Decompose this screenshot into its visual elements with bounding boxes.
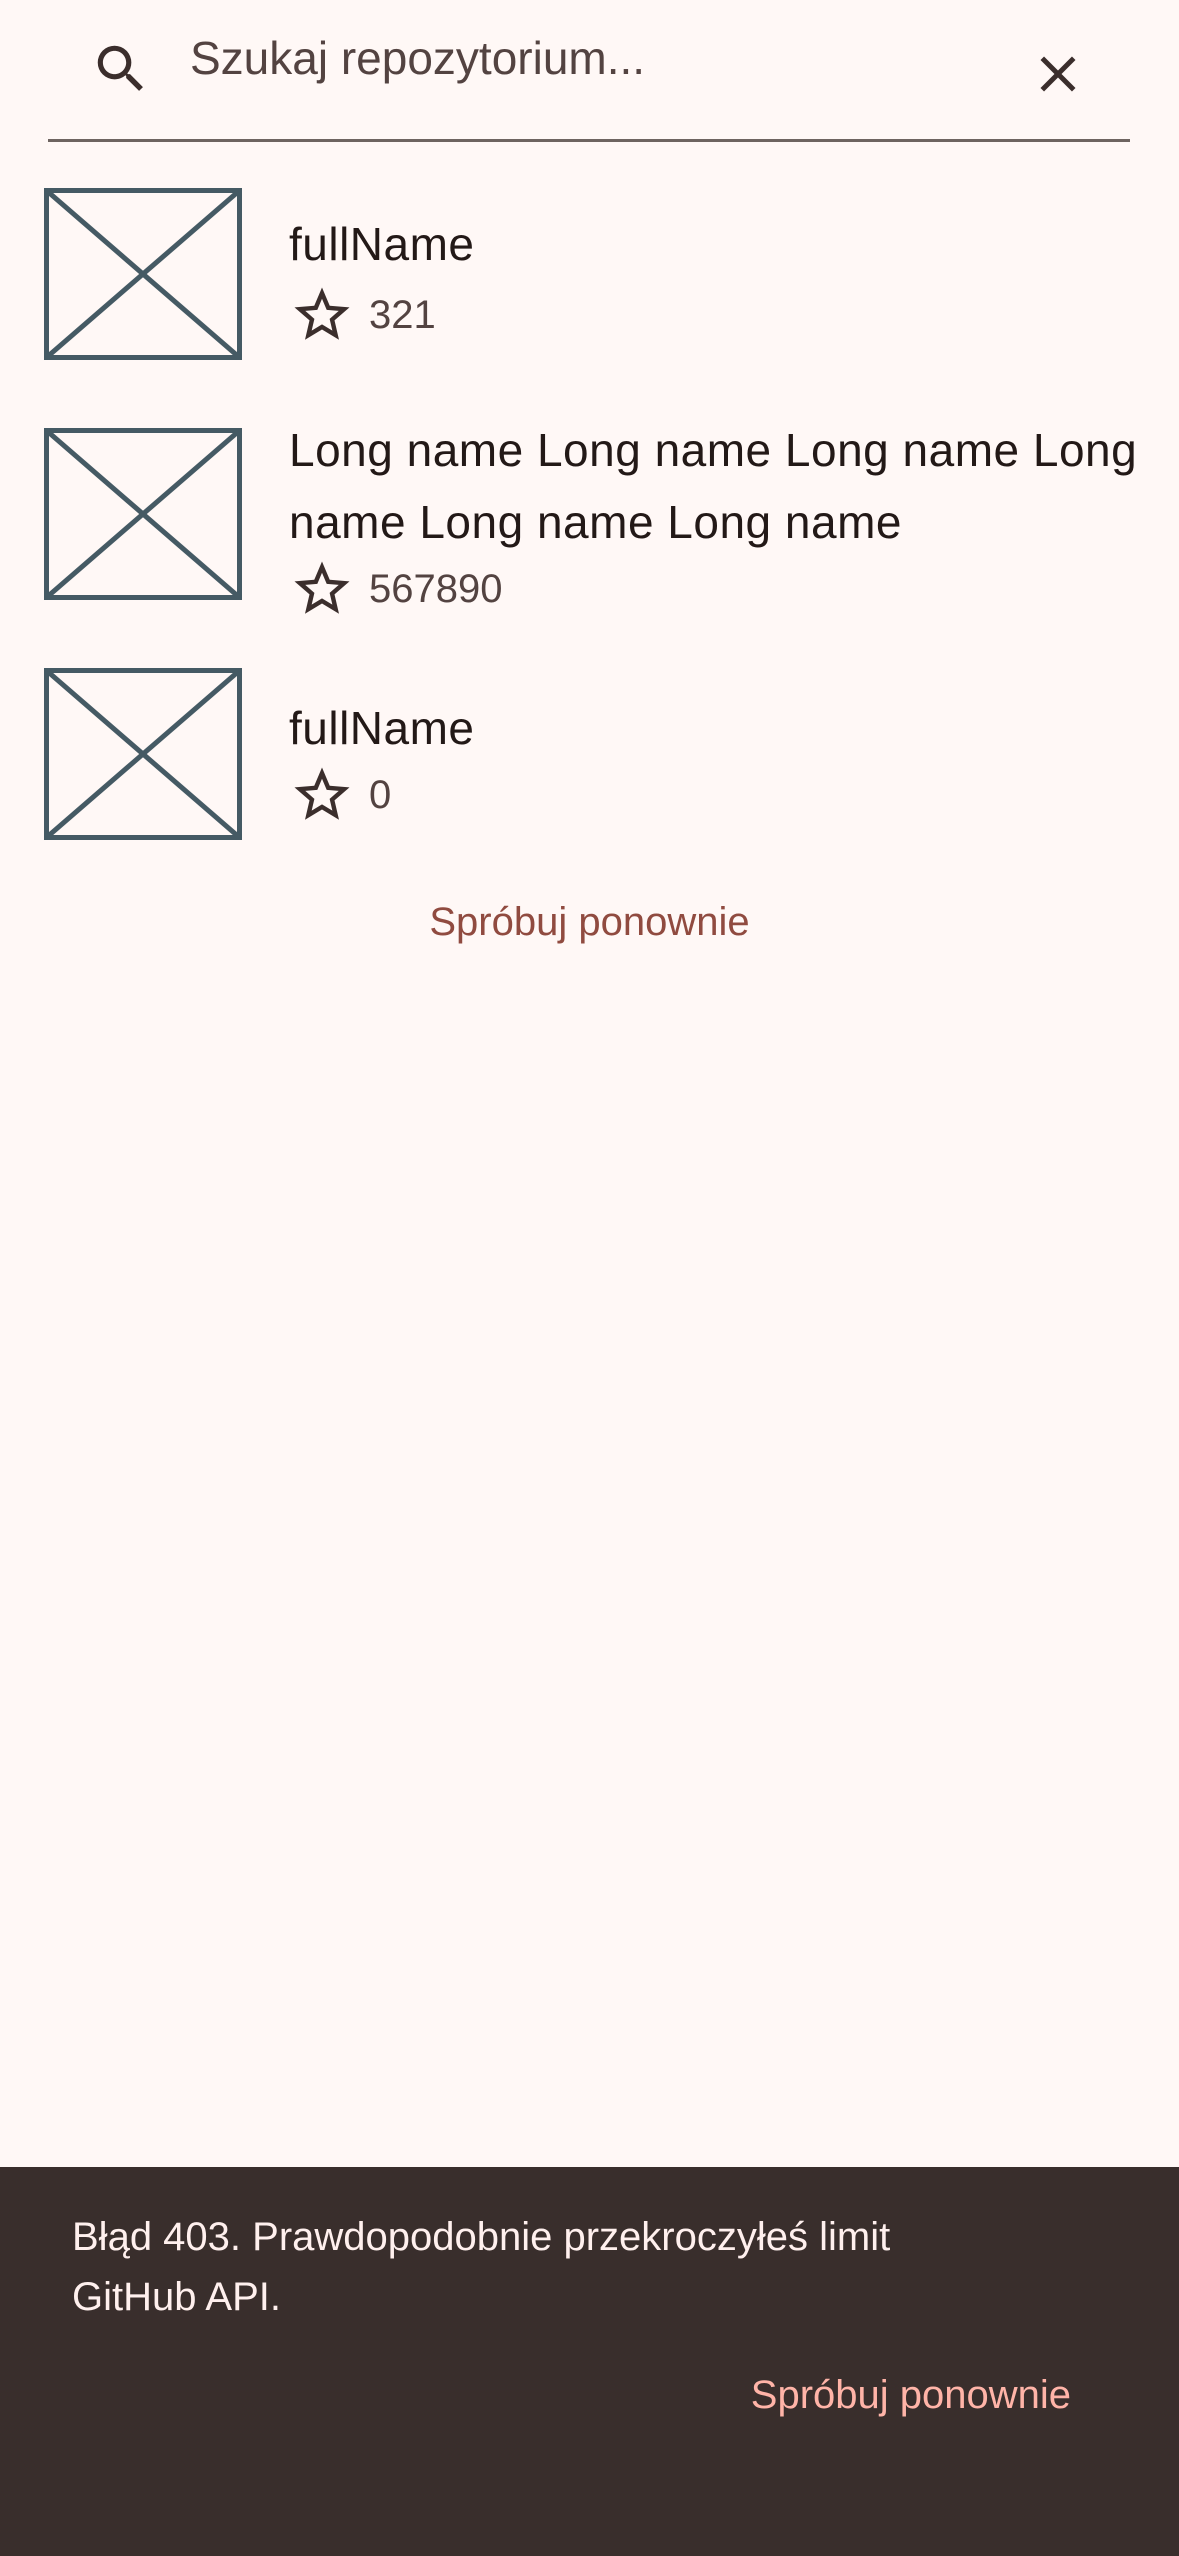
search-bar: [48, 0, 1130, 142]
image-placeholder-icon: [44, 188, 242, 360]
list-item[interactable]: fullName 0: [44, 668, 1144, 848]
star-outline-icon: [294, 561, 350, 614]
star-count-row: 567890: [289, 554, 502, 624]
search-input[interactable]: [190, 22, 990, 94]
snackbar-message: Błąd 403. Prawdopodobnie przekroczyłeś l…: [72, 2215, 891, 2319]
star-count-row: 321: [289, 280, 436, 350]
list-item[interactable]: Long name Long name Long name Long name …: [44, 424, 1144, 628]
repository-name: Long name Long name Long name Long name …: [289, 424, 1138, 548]
image-placeholder-icon: [44, 668, 242, 840]
repository-name: fullName: [289, 702, 475, 754]
image-placeholder-icon: [44, 428, 242, 600]
close-icon[interactable]: [1028, 44, 1088, 104]
list-item[interactable]: fullName 321: [44, 188, 1144, 368]
retry-button[interactable]: Spróbuj ponownie: [0, 900, 1179, 945]
star-count-row: 0: [289, 760, 391, 830]
search-icon: [97, 45, 143, 91]
repository-name: fullName: [289, 218, 475, 270]
star-count: 567890: [369, 566, 503, 611]
error-snackbar: Błąd 403. Prawdopodobnie przekroczyłeś l…: [0, 2167, 1179, 2556]
snackbar-retry-button[interactable]: Spróbuj ponownie: [751, 2373, 1071, 2418]
star-outline-icon: [294, 287, 350, 340]
star-count: 321: [369, 292, 436, 337]
star-count: 0: [369, 772, 392, 817]
star-outline-icon: [294, 767, 350, 820]
